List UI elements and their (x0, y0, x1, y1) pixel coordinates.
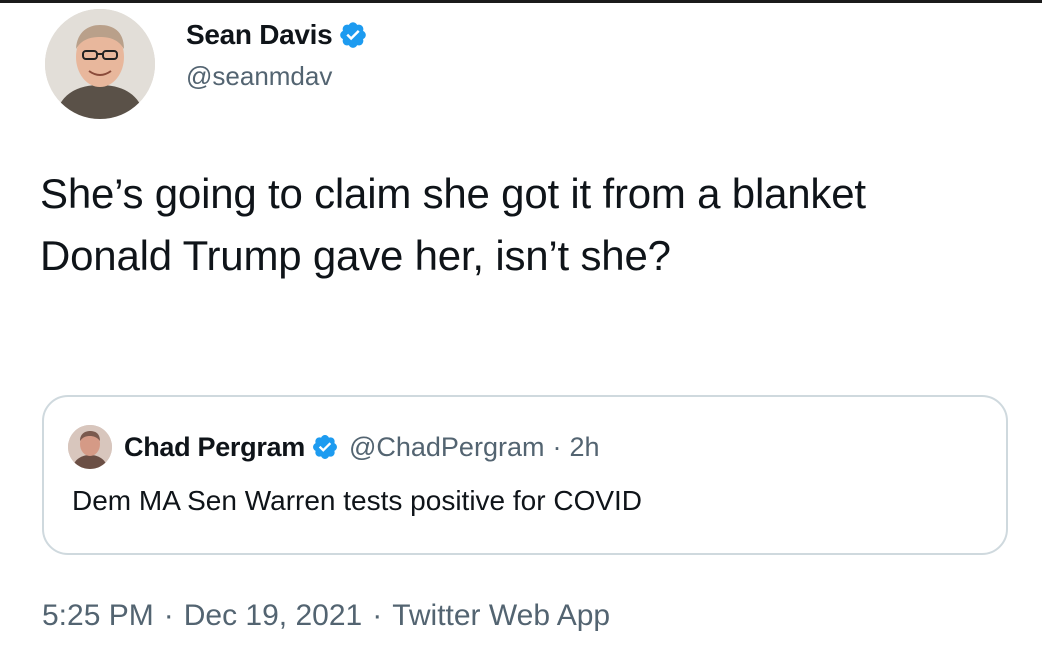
quoted-tweet-time[interactable]: 2h (569, 432, 599, 463)
quoted-author-handle[interactable]: @ChadPergram (349, 432, 545, 463)
tweet-meta: 5:25 PM · Dec 19, 2021 · Twitter Web App (42, 599, 610, 633)
author-handle[interactable]: @seanmdav (186, 61, 368, 92)
author-name-row: Sean Davis (186, 17, 368, 53)
person-avatar-icon (45, 9, 155, 119)
tweet-date[interactable]: Dec 19, 2021 (184, 599, 362, 633)
verified-badge-icon (340, 22, 367, 48)
verified-badge-icon (313, 435, 337, 459)
quoted-tweet-header: Chad Pergram @ChadPergram · 2h (68, 425, 600, 469)
separator-dot: · (163, 599, 174, 632)
separator-dot: · (552, 431, 562, 462)
author-display-name[interactable]: Sean Davis (186, 19, 333, 51)
separator-dot: · (372, 599, 383, 632)
person-avatar-icon (68, 425, 112, 469)
quoted-tweet-card[interactable]: Chad Pergram @ChadPergram · 2h Dem MA Se… (42, 395, 1008, 555)
quoted-author-avatar[interactable] (68, 425, 112, 469)
author-block: Sean Davis @seanmdav (186, 17, 368, 92)
tweet-text: She’s going to claim she got it from a b… (40, 170, 866, 279)
tweet-source: Twitter Web App (392, 599, 611, 632)
quoted-tweet-text: Dem MA Sen Warren tests positive for COV… (72, 485, 643, 516)
author-avatar[interactable] (45, 9, 155, 119)
quoted-author-display-name[interactable]: Chad Pergram (124, 432, 305, 463)
tweet-time[interactable]: 5:25 PM (42, 599, 154, 633)
tweet-card[interactable]: Sean Davis @seanmdav She’s going to clai… (0, 3, 1042, 650)
